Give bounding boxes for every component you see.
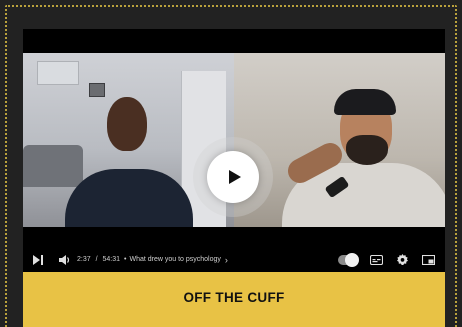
gear-icon: [397, 254, 408, 265]
volume-icon: [59, 254, 70, 265]
chapter-link[interactable]: • What drew you to psychology ›: [124, 255, 228, 265]
speaker-left-body: [65, 169, 193, 227]
show-title: OFF THE CUFF: [183, 290, 285, 305]
video-pane-right: [234, 53, 445, 227]
time-separator: /: [95, 256, 98, 263]
show-banner: OFF THE CUFF: [23, 272, 445, 327]
chapter-title: What drew you to psychology: [129, 256, 221, 263]
page-frame: 2:37 / 54:31 • What drew you to psycholo…: [0, 0, 462, 327]
background-couch: [23, 145, 83, 187]
speaker-right-cap: [334, 89, 396, 115]
background-picture: [89, 83, 105, 97]
time-display: 2:37 / 54:31: [77, 256, 120, 263]
play-overlay[interactable]: [193, 137, 273, 217]
time-total: 54:31: [102, 256, 121, 263]
chapter-arrow-icon: ›: [224, 254, 228, 265]
control-bar: 2:37 / 54:31 • What drew you to psycholo…: [23, 247, 445, 272]
volume-button[interactable]: [59, 247, 71, 272]
captions-button[interactable]: [370, 247, 383, 272]
settings-button[interactable]: [397, 247, 408, 272]
video-letterbox: [23, 227, 445, 247]
time-current: 2:37: [77, 256, 91, 263]
background-window: [37, 61, 79, 85]
miniplayer-icon: [422, 254, 435, 265]
autoplay-knob: [345, 252, 359, 267]
captions-icon: [370, 254, 383, 265]
speaker-right-beard: [346, 135, 388, 165]
chapter-bullet: •: [124, 256, 127, 263]
skip-next-icon: [33, 254, 43, 265]
miniplayer-button[interactable]: [422, 247, 435, 272]
play-icon: [228, 170, 241, 184]
play-button[interactable]: [207, 151, 259, 203]
video-player[interactable]: 2:37 / 54:31 • What drew you to psycholo…: [23, 29, 445, 272]
speaker-left-head: [107, 97, 147, 151]
autoplay-toggle[interactable]: [338, 252, 359, 267]
next-button[interactable]: [33, 247, 43, 272]
